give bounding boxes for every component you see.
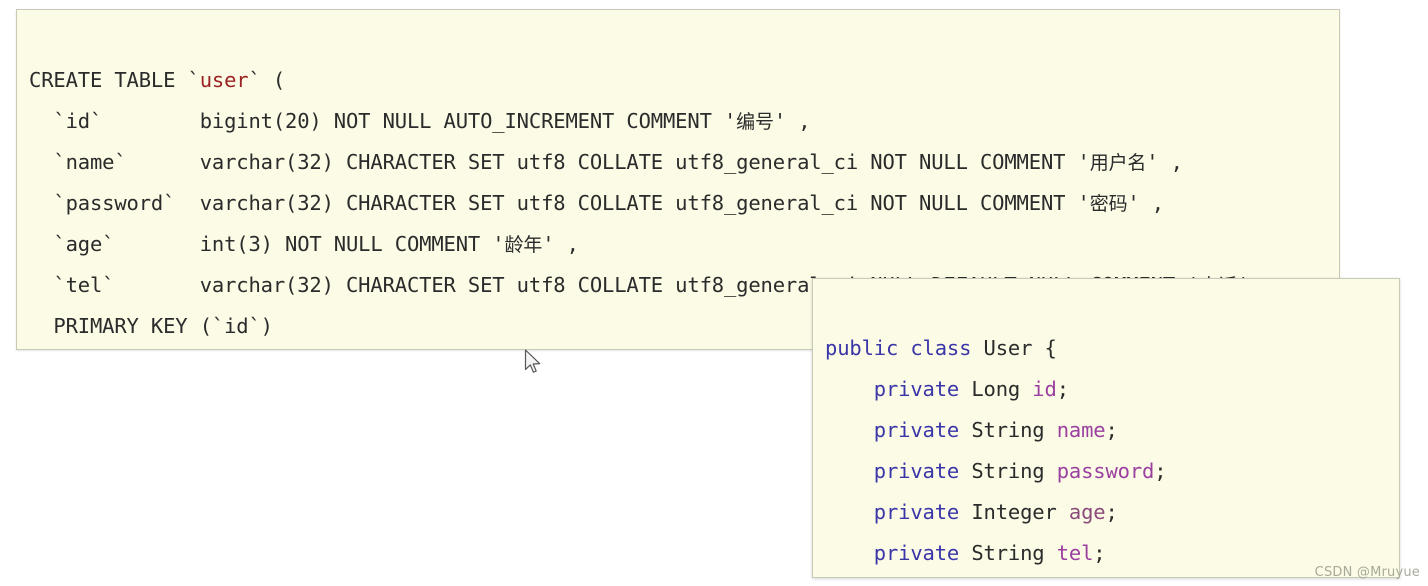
code-token: Integer <box>971 500 1069 524</box>
java-code-body[interactable]: public class User { private Long id; pri… <box>813 317 1399 577</box>
code-token: tel <box>1056 541 1094 565</box>
code-token: ; <box>1093 541 1106 565</box>
code-line: public class User { <box>825 328 1399 369</box>
java-entity-panel[interactable]: public class User { private Long id; pri… <box>812 278 1400 578</box>
code-token: 编号 <box>736 111 774 133</box>
code-token: public class <box>825 336 984 360</box>
code-token: Long <box>971 377 1033 401</box>
code-token: name <box>1056 418 1106 442</box>
code-line: private String tel; <box>825 533 1399 574</box>
code-token: private <box>873 459 972 483</box>
csdn-watermark: CSDN @Mruyue <box>1314 565 1420 580</box>
mouse-pointer-icon <box>524 349 541 373</box>
code-token: PRIMARY KEY (`id`) <box>29 314 273 338</box>
code-token: 密码 <box>1089 193 1128 215</box>
code-token: private <box>873 500 972 524</box>
code-token: age <box>1068 500 1106 524</box>
code-token: user <box>199 68 249 92</box>
code-token: String <box>971 459 1057 483</box>
code-token: ` <box>187 68 200 92</box>
code-line: `name` varchar(32) CHARACTER SET utf8 CO… <box>29 142 1339 183</box>
code-token: ` ( <box>248 68 286 92</box>
code-token: 用户名 <box>1089 152 1147 174</box>
code-token: private <box>873 377 972 401</box>
code-token: password <box>1056 459 1155 483</box>
code-token: `age` int(3) NOT NULL COMMENT ' <box>29 232 505 256</box>
code-line: `password` varchar(32) CHARACTER SET utf… <box>29 183 1339 224</box>
code-line: `age` int(3) NOT NULL COMMENT '龄年' , <box>29 224 1339 265</box>
code-token: `password` varchar(32) CHARACTER SET utf… <box>29 191 1090 215</box>
code-line: CREATE TABLE `user` ( <box>29 60 1339 101</box>
code-token: ; <box>1154 459 1167 483</box>
code-token: String <box>971 418 1057 442</box>
code-line: } <box>825 574 1399 577</box>
code-line: private Integer age; <box>825 492 1399 533</box>
code-token: `name` varchar(32) CHARACTER SET utf8 CO… <box>29 150 1090 174</box>
code-token: private <box>873 541 972 565</box>
code-line: private String password; <box>825 451 1399 492</box>
code-token: ' , <box>1127 191 1164 215</box>
code-token: ' , <box>542 232 579 256</box>
code-token: private <box>873 418 972 442</box>
code-line: private Long id; <box>825 369 1399 410</box>
code-token: `id` bigint(20) NOT NULL AUTO_INCREMENT … <box>29 109 737 133</box>
code-line: private String name; <box>825 410 1399 451</box>
code-token: ' , <box>1146 150 1183 174</box>
code-line: `id` bigint(20) NOT NULL AUTO_INCREMENT … <box>29 101 1339 142</box>
code-token: User { <box>983 336 1057 360</box>
code-token: ; <box>1056 377 1069 401</box>
code-token: ; <box>1105 418 1118 442</box>
code-token: ; <box>1105 500 1118 524</box>
code-token: id <box>1032 377 1057 401</box>
code-token: String <box>971 541 1057 565</box>
code-token: CREATE TABLE <box>29 68 188 92</box>
code-token: ' , <box>773 109 811 133</box>
code-token: 龄年 <box>504 234 543 256</box>
